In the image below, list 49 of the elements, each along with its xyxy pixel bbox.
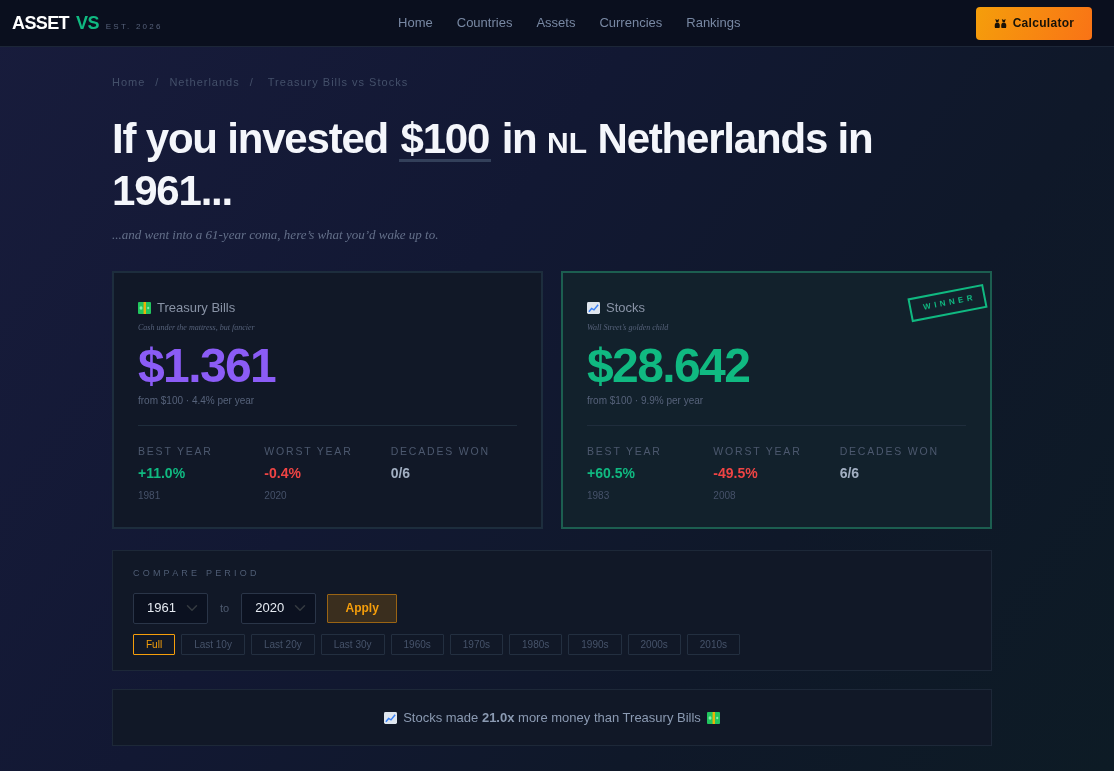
- breadcrumb-separator: /: [249, 75, 254, 90]
- stat-label: WORST YEAR: [264, 443, 354, 459]
- growth-detail: from $100 · 9.9% per year: [587, 393, 705, 408]
- rising-chart-icon: [587, 301, 600, 314]
- asset-tagline: Wall Street’s golden child: [587, 321, 670, 334]
- stat-label: DECADES WON: [390, 443, 491, 459]
- banknote-icon: [706, 711, 720, 724]
- stat-value: +11.0%: [138, 464, 187, 484]
- logo-text[interactable]: VS: [76, 13, 99, 32]
- period-preset-button[interactable]: Full: [133, 633, 176, 655]
- logo-text[interactable]: ASSET: [12, 13, 69, 32]
- breadcrumb-separator: /: [155, 75, 160, 90]
- stat-value: -49.5%: [713, 464, 759, 484]
- asset-tagline: Cash under the mattress, but fancier: [138, 321, 256, 334]
- start-year-select[interactable]: 1961: [133, 592, 208, 624]
- rising-chart-icon: [384, 711, 398, 724]
- stat-year: 2008: [713, 489, 737, 504]
- stat-label: BEST YEAR: [587, 443, 663, 459]
- stat-label: WORST YEAR: [713, 443, 803, 459]
- stat-year: 1981: [138, 489, 162, 504]
- stat-year: 1983: [587, 489, 611, 504]
- stat-value: 6/6: [839, 464, 861, 484]
- stat-year: 2020: [264, 489, 288, 504]
- end-year-select[interactable]: 2020: [241, 592, 317, 624]
- asset-name: Stocks: [606, 299, 645, 317]
- banknote-icon: [138, 301, 151, 314]
- nav-link[interactable]: Currencies: [599, 13, 663, 33]
- stat-label: DECADES WON: [839, 443, 940, 459]
- stat-value: 0/6: [390, 464, 412, 484]
- nav-link[interactable]: Countries: [456, 13, 513, 33]
- nav-link[interactable]: Assets: [536, 13, 576, 33]
- growth-detail: from $100 · 4.4% per year: [138, 393, 256, 408]
- subtitle: ...and went into a 61-year coma, here’s what you’d wake up to.: [112, 225, 440, 244]
- apply-button[interactable]: Apply: [327, 593, 398, 623]
- section-label: COMPARE PERIOD: [133, 567, 261, 580]
- stat-value: +60.5%: [587, 464, 636, 484]
- established-label: EST. 2026: [105, 20, 163, 33]
- nav-link[interactable]: Home: [398, 13, 433, 33]
- nav-link[interactable]: Rankings: [686, 13, 741, 33]
- stat-label: BEST YEAR: [138, 443, 214, 459]
- money-bags-icon: [993, 17, 1007, 29]
- final-value: $1.361: [138, 340, 277, 391]
- summary-text: Stocks made 21.0x more money than Treasury Bills: [403, 708, 701, 727]
- calculator-button[interactable]: Calculator: [976, 6, 1092, 40]
- headline: If you invested $100 in NL Netherlands in 1961...: [112, 114, 874, 215]
- range-separator: to: [220, 600, 230, 616]
- asset-name: Treasury Bills: [157, 299, 236, 317]
- stat-value: -0.4%: [264, 464, 302, 484]
- final-value: $28.642: [587, 340, 751, 391]
